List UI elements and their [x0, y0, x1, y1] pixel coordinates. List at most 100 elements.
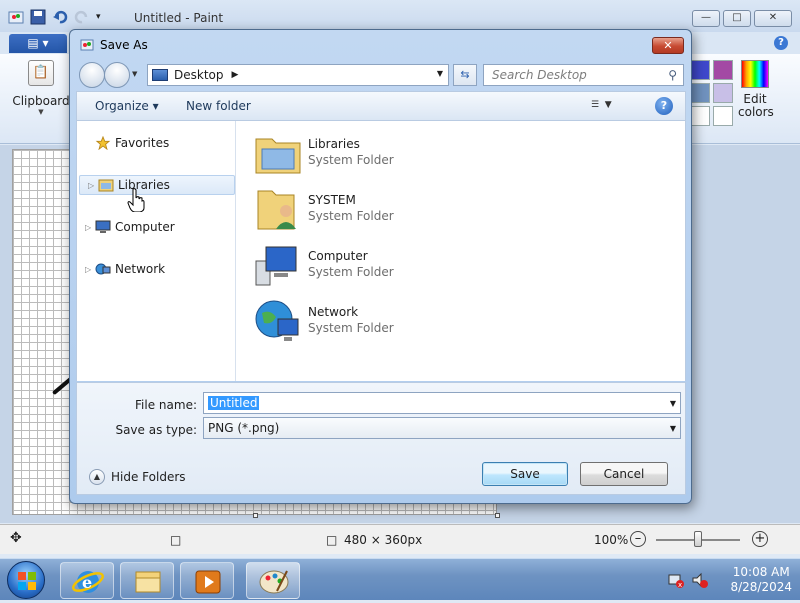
file-name: Libraries	[308, 137, 360, 151]
cancel-button[interactable]: Cancel	[580, 462, 668, 486]
file-name: SYSTEM	[308, 193, 356, 207]
address-location[interactable]: Desktop	[174, 68, 224, 82]
file-item-system[interactable]: SYSTEM System Folder	[254, 185, 454, 235]
clipboard-group[interactable]: 📋 Clipboard ▼	[12, 60, 70, 140]
address-bar[interactable]: Desktop ▶ ▼	[147, 64, 449, 86]
file-name-dropdown-icon[interactable]: ▼	[670, 399, 676, 408]
clock-date: 8/28/2024	[730, 580, 792, 594]
edit-colors-button[interactable]: Edit colors	[738, 60, 774, 119]
taskbar-media-player[interactable]	[180, 562, 234, 599]
undo-icon[interactable]	[52, 9, 68, 25]
address-dropdown-icon[interactable]: ▼	[437, 69, 443, 78]
paint-menu-button[interactable]: ▤ ▾	[9, 34, 67, 53]
quick-access-toolbar: ▾	[8, 9, 112, 25]
save-options-panel: File name: Untitled ▼ Save as type: PNG …	[76, 382, 686, 495]
windows-logo-icon	[18, 572, 36, 590]
save-as-type-dropdown-icon[interactable]: ▼	[670, 424, 676, 433]
status-bar: ✥ □ □ 480 × 360px 100% – +	[0, 524, 800, 554]
forward-button[interactable]	[104, 62, 130, 88]
minimize-button[interactable]: —	[692, 10, 720, 27]
libraries-icon	[98, 179, 114, 192]
system-clock[interactable]: 10:08 AM 8/28/2024	[730, 565, 792, 595]
color-swatch[interactable]	[713, 83, 733, 103]
color-swatch[interactable]	[690, 83, 710, 103]
canvas-resize-handle[interactable]	[495, 513, 500, 518]
new-folder-button[interactable]: New folder	[186, 99, 251, 113]
move-cursor-icon: ✥	[10, 530, 22, 546]
color-swatch[interactable]	[713, 60, 733, 80]
hide-folders-button[interactable]: ▲ Hide Folders	[89, 469, 186, 485]
paint-window-title: Untitled - Paint	[134, 11, 224, 25]
save-icon[interactable]	[30, 9, 46, 25]
color-swatch[interactable]	[690, 106, 710, 126]
help-icon[interactable]: ?	[655, 97, 673, 115]
canvas-resize-handle[interactable]	[253, 513, 258, 518]
paint-app-icon[interactable]	[8, 9, 24, 25]
back-button[interactable]	[79, 62, 105, 88]
computer-icon	[255, 246, 297, 286]
clipboard-icon: 📋	[28, 60, 54, 86]
chevron-up-icon: ▲	[89, 469, 105, 485]
save-button[interactable]: Save	[482, 462, 568, 486]
search-placeholder: Search Desktop	[492, 68, 587, 82]
taskbar-internet-explorer[interactable]: e	[60, 562, 114, 599]
nav-item-favorites[interactable]: Favorites	[77, 133, 235, 153]
zoom-slider-thumb[interactable]	[694, 531, 702, 547]
file-item-network[interactable]: Network System Folder	[254, 297, 454, 347]
organize-button[interactable]: Organize ▾	[95, 99, 159, 113]
media-player-icon	[195, 570, 221, 594]
computer-icon	[95, 220, 111, 233]
nav-item-computer[interactable]: ▷ Computer	[77, 217, 235, 237]
folder-icon	[135, 571, 161, 593]
search-input[interactable]: Search Desktop ⚲	[483, 64, 684, 86]
edit-colors-label: Edit colors	[738, 92, 774, 119]
close-window-button[interactable]: ✕	[754, 10, 792, 27]
network-error-icon[interactable]: x	[668, 572, 684, 588]
color-spectrum-icon	[741, 60, 769, 88]
start-button[interactable]	[7, 561, 45, 599]
maximize-button[interactable]: □	[723, 10, 751, 27]
internet-explorer-icon: e	[72, 571, 104, 593]
file-item-computer[interactable]: Computer System Folder	[254, 241, 454, 291]
color-swatch[interactable]	[713, 106, 733, 126]
refresh-button[interactable]: ⇆	[453, 64, 477, 86]
paint-palette-icon	[259, 570, 289, 594]
file-type: System Folder	[308, 265, 394, 279]
dialog-close-button[interactable]: ✕	[652, 37, 684, 54]
customize-qat-dropdown-icon[interactable]: ▾	[96, 9, 112, 25]
canvas-size-icon: □	[326, 533, 338, 547]
taskbar-paint[interactable]	[246, 562, 300, 599]
file-type: System Folder	[308, 153, 394, 167]
save-as-type-select[interactable]: PNG (*.png) ▼	[203, 417, 681, 439]
paint-help-icon[interactable]: ?	[774, 36, 788, 50]
file-item-libraries[interactable]: Libraries System Folder	[254, 129, 454, 179]
zoom-in-button[interactable]: +	[752, 531, 768, 547]
color-swatch[interactable]	[690, 60, 710, 80]
file-name-field[interactable]: Untitled ▼	[203, 392, 681, 414]
zoom-level: 100%	[594, 533, 629, 547]
expand-arrow-icon[interactable]: ▷	[88, 181, 94, 190]
nav-item-libraries[interactable]: ▷ Libraries	[79, 175, 235, 195]
volume-muted-icon[interactable]	[692, 572, 708, 588]
taskbar-windows-explorer[interactable]	[120, 562, 174, 599]
file-name-label: File name:	[135, 398, 197, 412]
expand-arrow-icon[interactable]: ▷	[85, 223, 91, 232]
change-view-icon[interactable]: ☰ ▼	[591, 100, 627, 110]
selection-size-icon: □	[170, 533, 182, 547]
svg-text:x: x	[678, 581, 682, 588]
file-list: Libraries System Folder SYSTEM System Fo…	[236, 121, 686, 381]
command-bar: Organize ▾ New folder ☰ ▼ ?	[76, 91, 686, 121]
zoom-out-button[interactable]: –	[630, 531, 646, 547]
clock-time: 10:08 AM	[732, 565, 790, 579]
chevron-right-icon[interactable]: ▶	[232, 70, 239, 80]
nav-item-network[interactable]: ▷ Network	[77, 259, 235, 279]
file-name-value[interactable]: Untitled	[208, 396, 260, 410]
paint-app-icon	[80, 39, 94, 51]
redo-icon[interactable]	[74, 9, 90, 25]
nav-item-label: Computer	[115, 220, 175, 234]
desktop-icon	[152, 69, 168, 81]
expand-arrow-icon[interactable]: ▷	[85, 265, 91, 274]
recent-pages-dropdown-icon[interactable]: ▼	[132, 70, 137, 78]
nav-item-label: Favorites	[115, 136, 170, 150]
canvas-size-text: 480 × 360px	[344, 533, 423, 547]
